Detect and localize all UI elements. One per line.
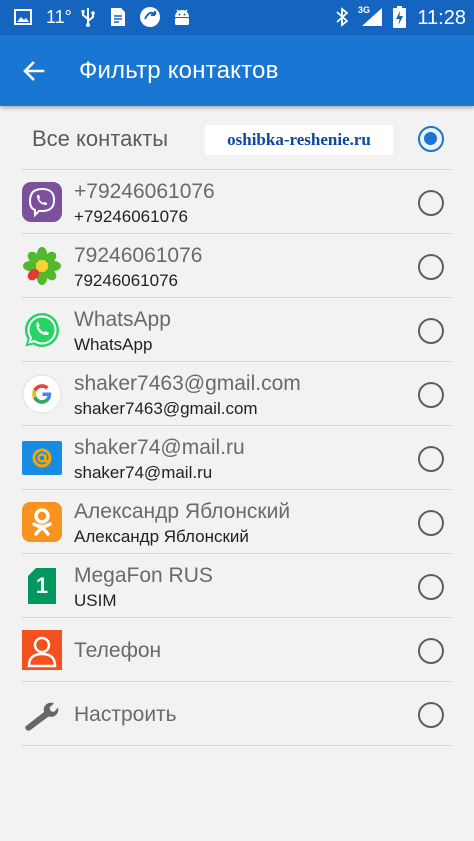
account-type: shaker7463@gmail.com bbox=[74, 399, 258, 418]
wrench-icon bbox=[22, 694, 62, 734]
list-item-customize[interactable]: Настроить bbox=[0, 682, 474, 746]
list-item-account[interactable]: 79246061076 79246061076 bbox=[0, 234, 474, 298]
account-name: shaker7463@gmail.com bbox=[74, 372, 301, 395]
list-item-account[interactable]: Телефон bbox=[0, 618, 474, 682]
account-type: 79246061076 bbox=[74, 271, 179, 290]
clock: 11:28 bbox=[417, 7, 466, 29]
viber-icon bbox=[22, 182, 62, 222]
radio-account[interactable] bbox=[418, 254, 444, 280]
status-bar: 11° 3G 11:28 bbox=[0, 0, 474, 35]
sync-app-icon bbox=[139, 6, 161, 28]
document-icon bbox=[109, 6, 127, 28]
account-name: MegaFon RUS bbox=[74, 564, 213, 587]
account-name: 79246061076 bbox=[74, 244, 203, 267]
list-item-account[interactable]: shaker7463@gmail.com shaker7463@gmail.co… bbox=[0, 362, 474, 426]
temperature: 11° bbox=[46, 7, 72, 27]
radio-all-contacts[interactable] bbox=[418, 126, 444, 152]
app-bar: Фильтр контактов bbox=[0, 35, 474, 106]
radio-account[interactable] bbox=[418, 318, 444, 344]
radio-account[interactable] bbox=[418, 446, 444, 472]
google-icon bbox=[22, 374, 62, 414]
icq-icon bbox=[22, 246, 62, 286]
radio-customize[interactable] bbox=[418, 702, 444, 728]
back-button[interactable] bbox=[14, 51, 54, 91]
account-name: Телефон bbox=[74, 639, 162, 662]
page-title: Фильтр контактов bbox=[79, 57, 279, 84]
radio-account[interactable] bbox=[418, 638, 444, 664]
bluetooth-icon bbox=[335, 6, 349, 28]
account-type: WhatsApp bbox=[74, 335, 153, 354]
list-item-all-contacts[interactable]: Все контакты oshibka-reshenie.ru bbox=[0, 106, 474, 170]
account-name: WhatsApp bbox=[74, 308, 171, 331]
account-type: +79246061076 bbox=[74, 207, 188, 226]
odnoklassniki-icon bbox=[22, 502, 62, 542]
signal-icon: 3G bbox=[356, 5, 384, 28]
radio-account[interactable] bbox=[418, 510, 444, 536]
radio-account[interactable] bbox=[418, 574, 444, 600]
account-filter-list: Все контакты oshibka-reshenie.ru +792460… bbox=[0, 106, 474, 746]
network-type: 3G bbox=[358, 5, 371, 15]
usb-icon bbox=[80, 6, 96, 28]
account-name: Александр Яблонский bbox=[74, 500, 291, 523]
sim-number: 1 bbox=[35, 573, 49, 598]
android-icon bbox=[172, 6, 192, 28]
customize-label: Настроить bbox=[74, 703, 177, 726]
mailru-icon bbox=[22, 438, 62, 478]
account-type: Александр Яблонский bbox=[74, 527, 249, 546]
battery-charging-icon bbox=[392, 6, 406, 28]
sim-card-icon: 1 bbox=[22, 566, 62, 606]
phone-contact-icon bbox=[22, 630, 62, 670]
divider bbox=[22, 745, 452, 746]
radio-account[interactable] bbox=[418, 382, 444, 408]
image-icon bbox=[12, 6, 34, 28]
list-item-account[interactable]: shaker74@mail.ru shaker74@mail.ru bbox=[0, 426, 474, 490]
arrow-back-icon bbox=[23, 61, 45, 81]
account-type: shaker74@mail.ru bbox=[74, 463, 213, 482]
account-name: shaker74@mail.ru bbox=[74, 436, 245, 459]
list-item-account[interactable]: +79246061076 +79246061076 bbox=[0, 170, 474, 234]
radio-account[interactable] bbox=[418, 190, 444, 216]
list-item-account[interactable]: 1 MegaFon RUS USIM bbox=[0, 554, 474, 618]
whatsapp-icon bbox=[22, 310, 62, 350]
list-item-account[interactable]: Александр Яблонский Александр Яблонский bbox=[0, 490, 474, 554]
list-item-account[interactable]: WhatsApp WhatsApp bbox=[0, 298, 474, 362]
account-name: +79246061076 bbox=[74, 180, 215, 203]
account-type: USIM bbox=[74, 591, 117, 610]
watermark: oshibka-reshenie.ru bbox=[205, 125, 393, 155]
all-contacts-label: Все контакты bbox=[32, 126, 169, 151]
